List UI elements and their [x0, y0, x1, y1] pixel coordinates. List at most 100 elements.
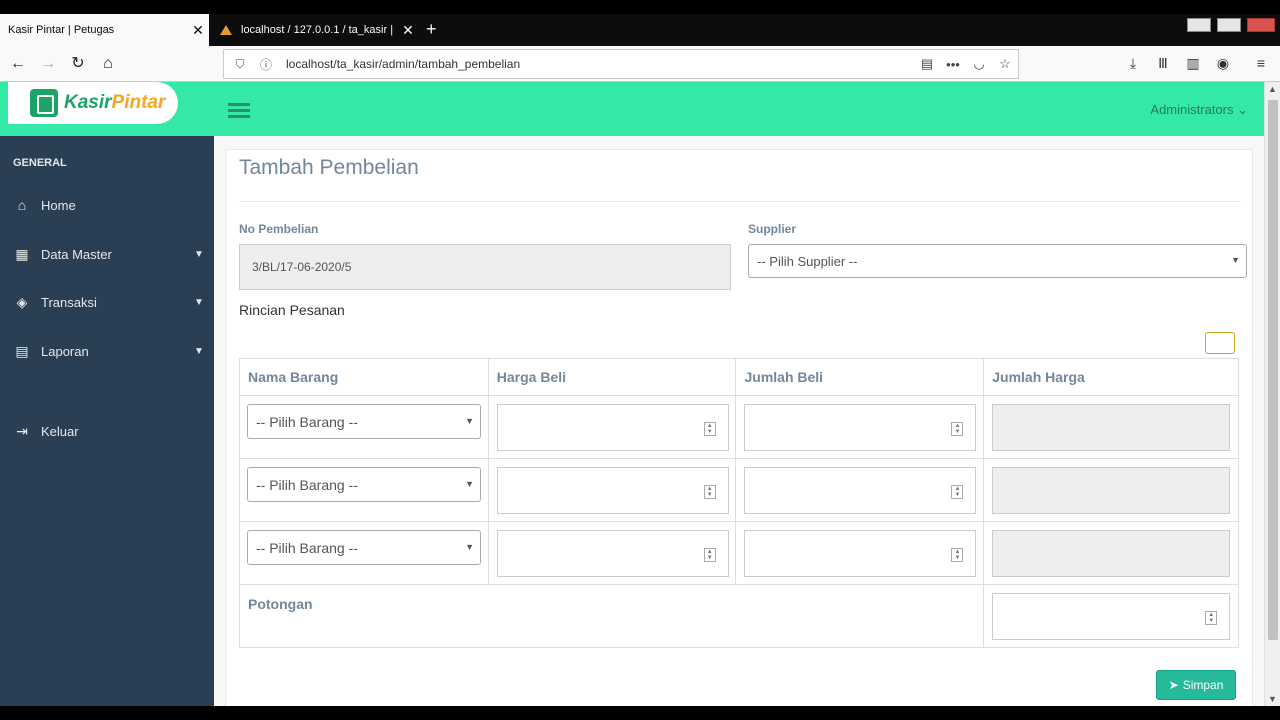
maximize-button[interactable]	[1217, 18, 1241, 32]
harga-beli-input[interactable]: ▲ ▼	[496, 404, 729, 451]
reader-view-icon[interactable]: ▤	[914, 56, 940, 72]
barang-select-value: -- Pilih Barang --	[256, 476, 358, 493]
potongan-input[interactable]: ▲ ▼	[992, 593, 1231, 640]
spinner-icon[interactable]: ▲ ▼	[703, 548, 716, 562]
sidebar-toggle-icon[interactable]: ▥	[1183, 55, 1203, 72]
items-table: Nama Barang Harga Beli Jumlah Beli Jumla…	[238, 358, 1239, 648]
spinner-icon[interactable]: ▲ ▼	[951, 548, 964, 562]
sidebar-item-home[interactable]: ⌂ Home	[0, 190, 214, 220]
potongan-row: Potongan ▲ ▼	[238, 584, 1239, 648]
barang-select-value: -- Pilih Barang --	[256, 413, 358, 430]
column-header: Harga Beli	[488, 358, 737, 396]
account-icon[interactable]: ◉	[1213, 55, 1233, 72]
app-logo[interactable]: KasirPintar	[8, 82, 178, 124]
scroll-up-icon[interactable]: ▲	[1268, 84, 1277, 94]
chevron-down-icon: ▼	[194, 296, 204, 308]
close-tab-icon[interactable]: ✕	[397, 22, 419, 39]
spinner-icon[interactable]: ▲ ▼	[703, 485, 716, 499]
barang-select[interactable]: -- Pilih Barang -- ▼	[247, 530, 481, 565]
sign-out-icon: ⇥	[16, 422, 28, 439]
column-header: Nama Barang	[239, 358, 489, 396]
scrollbar-thumb[interactable]	[1268, 100, 1278, 640]
new-tab-button[interactable]: +	[426, 19, 437, 40]
home-icon: ⌂	[17, 197, 27, 213]
supplier-select[interactable]: -- Pilih Supplier -- ▼	[748, 244, 1247, 278]
table-row: -- Pilih Barang -- ▼ ▲ ▼ ▲ ▼	[239, 458, 1239, 522]
chevron-down-icon: ▼	[1231, 255, 1240, 265]
sidebar-item-data-master[interactable]: ▦ Data Master ▼	[0, 239, 214, 269]
tab-kasir-pintar[interactable]: Kasir Pintar | Petugas ✕	[0, 14, 209, 46]
info-icon[interactable]: ⓘ	[256, 56, 276, 73]
jumlah-beli-input[interactable]: ▲ ▼	[744, 467, 977, 514]
save-button[interactable]: ➤ Simpan	[1156, 670, 1236, 700]
close-tab-icon[interactable]: ✕	[187, 22, 209, 39]
no-pembelian-label: No Pembelian	[239, 222, 319, 236]
download-icon[interactable]: ⤓	[1123, 55, 1143, 72]
page-title: Tambah Pembelian	[239, 156, 419, 179]
spinner-icon[interactable]: ▲ ▼	[951, 485, 964, 499]
spinner-icon[interactable]: ▲ ▼	[1205, 611, 1218, 625]
sidebar-item-transaksi[interactable]: ◈ Transaksi ▼	[0, 287, 214, 317]
tab-bar: Kasir Pintar | Petugas ✕ localhost / 127…	[0, 14, 1280, 46]
minimize-button[interactable]	[1187, 18, 1211, 32]
bookmark-star-icon[interactable]: ☆	[992, 56, 1018, 72]
library-icon[interactable]: Ⅲ	[1153, 55, 1173, 72]
supplier-label: Supplier	[748, 222, 797, 236]
menu-icon[interactable]: ≡	[1251, 55, 1271, 71]
hamburger-menu-icon[interactable]	[228, 103, 250, 119]
no-pembelian-field: 3/BL/17-06-2020/5	[239, 244, 731, 290]
forward-icon[interactable]: →	[36, 52, 60, 76]
logo-prefix: Kasir	[64, 92, 112, 113]
tab-title: localhost / 127.0.0.1 / ta_kasir |	[241, 24, 394, 36]
home-icon[interactable]: ⌂	[96, 52, 120, 76]
url-text[interactable]: localhost/ta_kasir/admin/tambah_pembelia…	[286, 57, 914, 71]
url-bar[interactable]: ⛉ ⓘ localhost/ta_kasir/admin/tambah_pemb…	[223, 49, 1019, 79]
barang-select[interactable]: -- Pilih Barang -- ▼	[247, 467, 481, 502]
tab-phpmyadmin[interactable]: localhost / 127.0.0.1 / ta_kasir | ✕	[209, 14, 419, 46]
sidebar-item-label: Transaksi	[41, 294, 97, 310]
sidebar-item-laporan[interactable]: ▤ Laporan ▼	[0, 336, 214, 366]
sidebar-section-title: GENERAL	[13, 157, 67, 169]
table-row: -- Pilih Barang -- ▼ ▲ ▼ ▲ ▼	[239, 395, 1239, 459]
potongan-label: Potongan	[248, 596, 313, 612]
table-row: -- Pilih Barang -- ▼ ▲ ▼ ▲ ▼	[239, 521, 1239, 585]
barang-select-value: -- Pilih Barang --	[256, 539, 358, 556]
harga-beli-input[interactable]: ▲ ▼	[496, 467, 729, 514]
chevron-down-icon: ▼	[194, 345, 204, 357]
form-panel: Tambah Pembelian No Pembelian 3/BL/17-06…	[225, 149, 1253, 706]
jumlah-beli-input[interactable]: ▲ ▼	[744, 530, 977, 577]
chevron-down-icon: ▼	[465, 542, 474, 552]
shield-icon[interactable]: ⛉	[230, 57, 250, 72]
tab-title: Kasir Pintar | Petugas	[8, 24, 115, 36]
sidebar-item-label: Laporan	[41, 343, 89, 359]
save-button-label: Simpan	[1182, 678, 1224, 692]
column-header: Jumlah Harga	[983, 358, 1239, 396]
column-header: Jumlah Beli	[735, 358, 985, 396]
logo-text: KasirPintar	[64, 92, 165, 114]
sidebar-item-label: Data Master	[41, 246, 112, 262]
chevron-down-icon: ▼	[194, 248, 204, 260]
jumlah-beli-input[interactable]: ▲ ▼	[744, 404, 977, 451]
vertical-scrollbar[interactable]: ▲ ▼	[1264, 82, 1280, 706]
harga-beli-input[interactable]: ▲ ▼	[496, 530, 729, 577]
sidebar-item-label: Keluar	[41, 423, 79, 439]
spinner-icon[interactable]: ▲ ▼	[703, 422, 716, 436]
sidebar-item-label: Home	[41, 197, 76, 213]
close-window-button[interactable]	[1247, 18, 1275, 32]
sidebar: GENERAL ⌂ Home ▦ Data Master ▼ ◈ Transak…	[0, 136, 214, 706]
chevron-down-icon: ▼	[465, 416, 474, 426]
jumlah-harga-field	[992, 467, 1231, 514]
more-actions-icon[interactable]: •••	[940, 57, 966, 72]
pocket-icon[interactable]: ◡	[966, 56, 992, 72]
reload-icon[interactable]: ↻	[66, 52, 90, 76]
sidebar-item-keluar[interactable]: ⇥ Keluar	[0, 416, 214, 446]
logo-suffix: Pintar	[111, 92, 166, 113]
back-icon[interactable]: ←	[6, 52, 30, 76]
add-row-button[interactable]	[1205, 332, 1235, 354]
user-menu[interactable]: Administrators ⌄	[1150, 102, 1248, 118]
print-icon: ▤	[15, 342, 29, 359]
logo-icon	[30, 89, 58, 117]
barang-select[interactable]: -- Pilih Barang -- ▼	[247, 404, 481, 439]
scroll-down-icon[interactable]: ▼	[1268, 694, 1277, 704]
spinner-icon[interactable]: ▲ ▼	[951, 422, 964, 436]
